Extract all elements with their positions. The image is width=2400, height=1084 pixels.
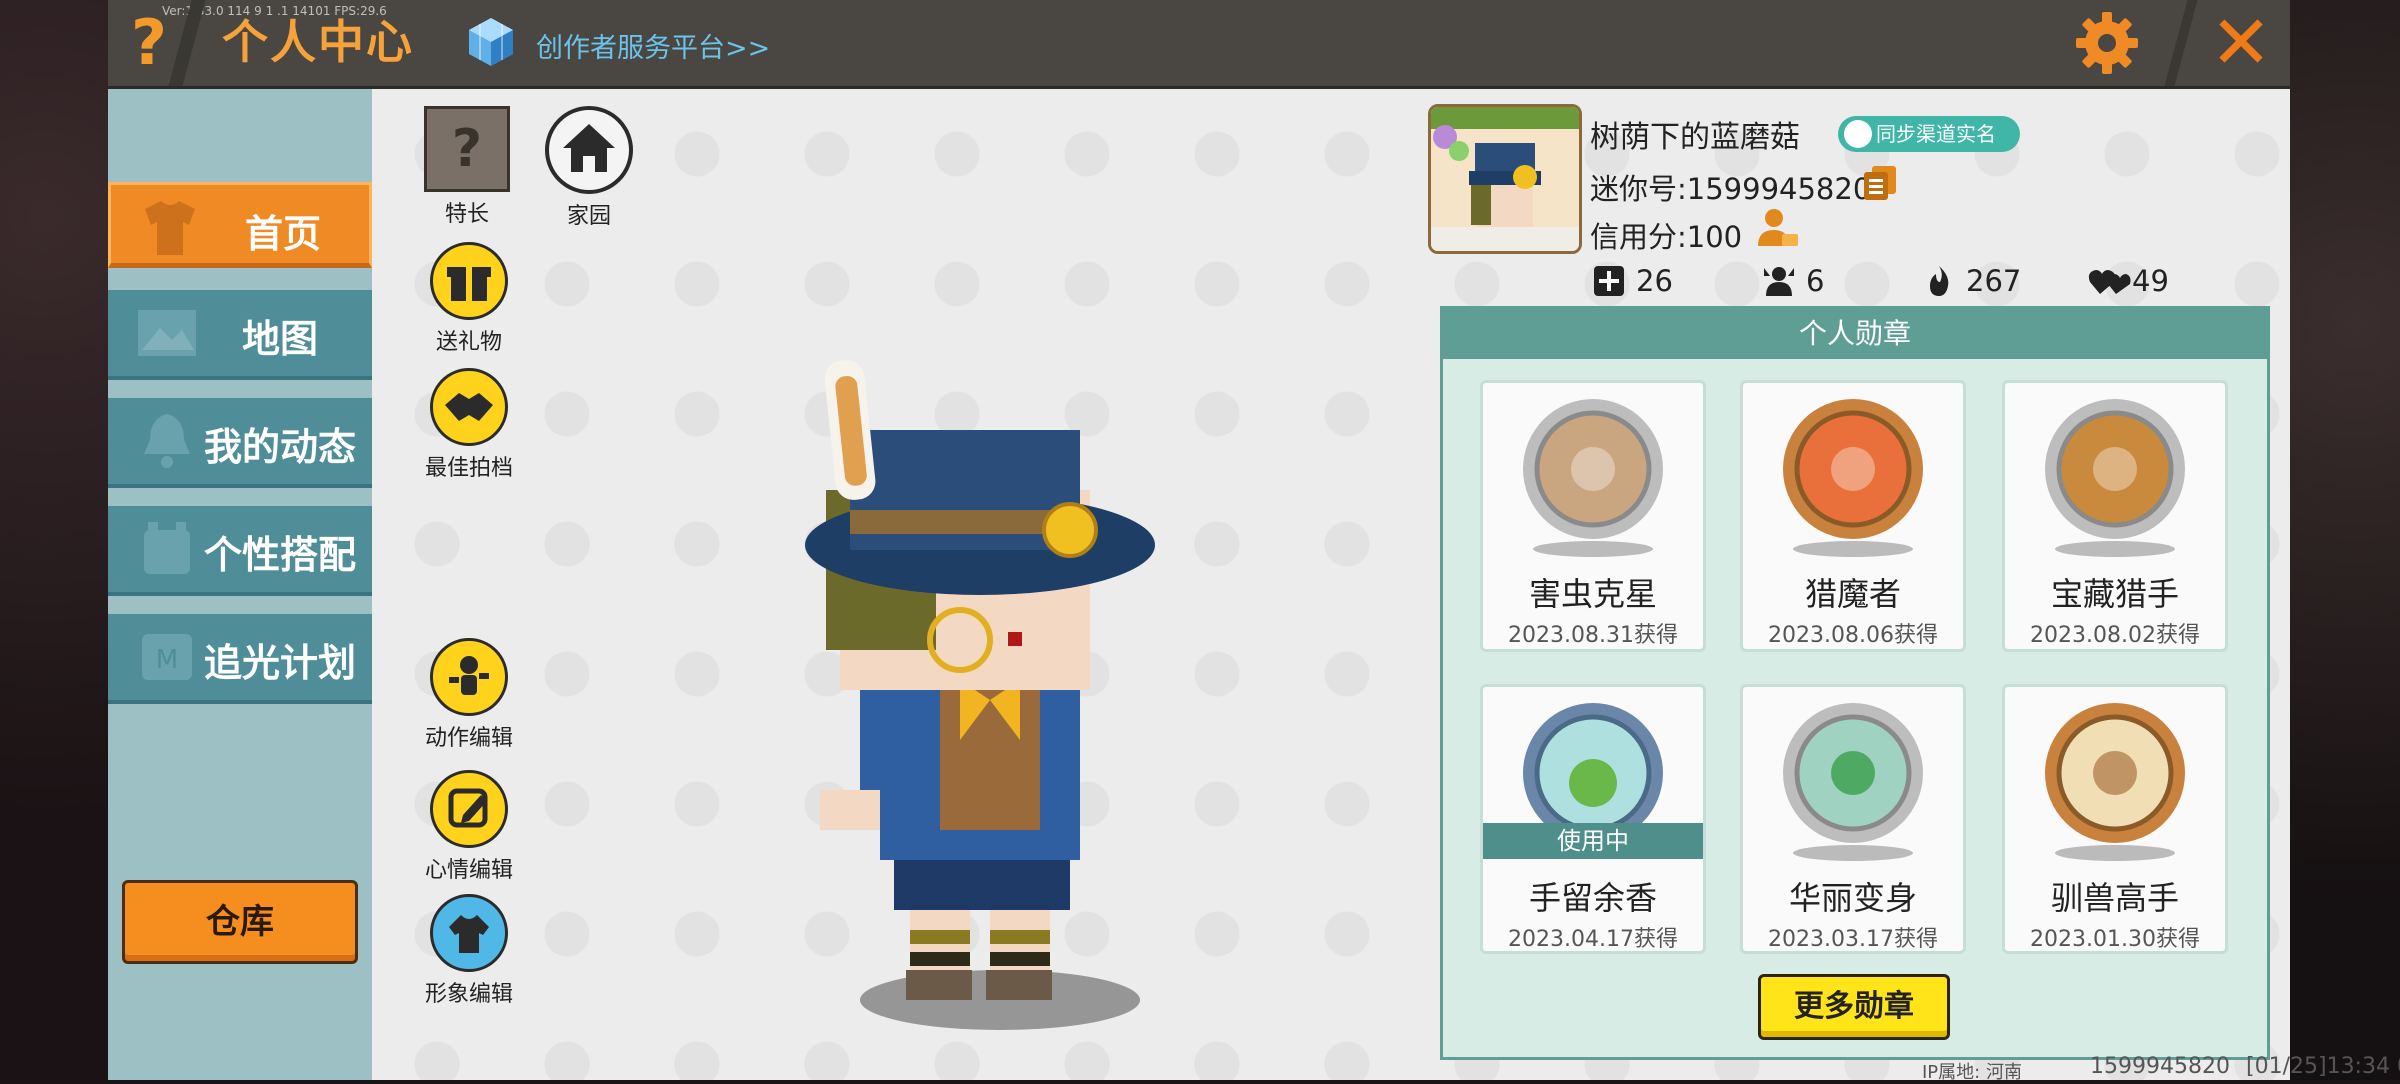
player-character-avatar[interactable]: [770, 340, 1290, 1040]
medal-name: 驯兽高手: [2050, 879, 2179, 917]
footer-mini-id: 1599945820: [2090, 1054, 2230, 1079]
page-title: 个人中心: [222, 15, 414, 69]
footer-timestamp: [01/25]13:34 0: [2246, 1054, 2400, 1079]
medal-name: 猎魔者: [1804, 575, 1901, 613]
sidebar-item-label: 地图: [241, 317, 318, 361]
help-button[interactable]: ?: [118, 8, 180, 78]
medal-badge-icon: [2043, 701, 2187, 845]
tool-label: 特长: [444, 202, 489, 227]
medal-date: 2023.08.31获得: [1508, 623, 1678, 648]
best-partner-button[interactable]: 最佳拍档: [414, 368, 524, 482]
sidebar-item-spotlight[interactable]: M 追光计划: [108, 614, 372, 704]
stat-value: 267: [1966, 264, 2022, 298]
plus-icon: [1592, 264, 1626, 298]
mini-id: 迷你号:1599945820: [1590, 172, 1872, 206]
stat-value: 26: [1636, 264, 1673, 298]
medal-date: 2023.01.30获得: [2030, 927, 2200, 952]
in-use-badge: 使用中: [1483, 823, 1703, 859]
sidebar-item-home[interactable]: 首页: [108, 182, 372, 268]
fans-icon: [1762, 264, 1796, 298]
send-gift-button[interactable]: 送礼物: [414, 242, 524, 356]
medal-shadow: [2055, 541, 2175, 557]
medal-name: 手留余香: [1528, 879, 1657, 917]
hearts-icon: [2088, 264, 2131, 298]
top-bar: [108, 0, 2290, 89]
medal-panel-title: 个人勋章: [1443, 309, 2267, 359]
home-button[interactable]: 家园: [534, 106, 644, 230]
medal-badge-icon: [1521, 397, 1665, 541]
tool-label: 心情编辑: [424, 858, 513, 883]
action-edit-button[interactable]: 动作编辑: [414, 638, 524, 752]
medal-badge-icon: [2043, 397, 2187, 541]
more-medals-button[interactable]: 更多勋章: [1758, 974, 1950, 1040]
warehouse-button[interactable]: 仓库: [122, 880, 358, 964]
tool-label: 家园: [566, 204, 611, 229]
appearance-edit-icon: [430, 894, 508, 972]
nickname: 树荫下的蓝磨菇: [1590, 120, 1800, 155]
talent-button[interactable]: ? 特长: [412, 106, 522, 228]
profile-avatar[interactable]: [1428, 104, 1582, 254]
sidebar-item-label: 首页: [244, 212, 321, 256]
mystery-box-icon: ?: [424, 106, 510, 192]
medal-card[interactable]: 害虫克星 2023.08.31获得: [1480, 380, 1706, 652]
credit-score: 信用分:100: [1590, 220, 1743, 254]
medal-shadow: [2055, 845, 2175, 861]
stat-value: 49: [2132, 264, 2169, 298]
medal-date: 2023.03.17获得: [1768, 927, 1938, 952]
appearance-edit-button[interactable]: 形象编辑: [414, 894, 524, 1008]
sidebar-item-label: 个性搭配: [203, 533, 356, 577]
mood-edit-icon: [430, 770, 508, 848]
sidebar-item-activity[interactable]: 我的动态: [108, 398, 372, 488]
medal-name: 害虫克星: [1528, 575, 1657, 613]
sidebar-item-label: 追光计划: [203, 641, 356, 685]
flame-icon: [1922, 264, 1956, 298]
credit-person-icon[interactable]: [1756, 206, 1800, 250]
medal-badge-icon: [1781, 397, 1925, 541]
user-verify-icon: [1844, 120, 1872, 148]
medal-card[interactable]: 使用中 手留余香 2023.04.17获得: [1480, 684, 1706, 954]
medal-card[interactable]: 华丽变身 2023.03.17获得: [1740, 684, 1966, 954]
home-icon: [545, 106, 633, 194]
medal-date: 2023.08.02获得: [2030, 623, 2200, 648]
medal-shadow: [1533, 541, 1653, 557]
medal-name: 华丽变身: [1788, 879, 1917, 917]
sync-realname-badge[interactable]: 同步渠道实名: [1838, 116, 2020, 152]
handshake-icon: [430, 368, 508, 446]
medal-date: 2023.04.17获得: [1508, 927, 1678, 952]
cube-icon[interactable]: [466, 16, 516, 68]
sidebar-item-map[interactable]: 地图: [108, 290, 372, 380]
badge-label: 同步渠道实名: [1876, 122, 1996, 146]
medal-shadow: [1793, 541, 1913, 557]
close-icon[interactable]: ✕: [2206, 6, 2276, 80]
sidebar-item-label: 我的动态: [203, 425, 356, 469]
gift-icon: [430, 242, 508, 320]
svg-text:M: M: [156, 645, 178, 675]
medal-date: 2023.08.06获得: [1768, 623, 1938, 648]
settings-gear-icon[interactable]: [2074, 10, 2140, 76]
stat-value: 6: [1806, 264, 1825, 298]
tool-label: 动作编辑: [424, 726, 513, 751]
background-right: [2290, 0, 2400, 1080]
background-left: [0, 0, 108, 1080]
medal-card[interactable]: 宝藏猎手 2023.08.02获得: [2002, 380, 2228, 652]
tool-label: 最佳拍档: [424, 456, 513, 481]
medal-card[interactable]: 驯兽高手 2023.01.30获得: [2002, 684, 2228, 954]
sidebar-item-outfit[interactable]: 个性搭配: [108, 506, 372, 596]
medal-card[interactable]: 猎魔者 2023.08.06获得: [1740, 380, 1966, 652]
mood-edit-button[interactable]: 心情编辑: [414, 770, 524, 884]
medal-name: 宝藏猎手: [2050, 575, 2179, 613]
tool-label: 形象编辑: [424, 982, 513, 1007]
ip-location: IP属地: 河南: [1922, 1062, 2022, 1083]
action-edit-icon: [430, 638, 508, 716]
medal-shadow: [1793, 845, 1913, 861]
tool-label: 送礼物: [435, 330, 502, 355]
creator-platform-link[interactable]: 创作者服务平台>>: [536, 26, 770, 65]
copy-icon[interactable]: [1862, 164, 1898, 202]
medal-badge-icon: [1781, 701, 1925, 845]
